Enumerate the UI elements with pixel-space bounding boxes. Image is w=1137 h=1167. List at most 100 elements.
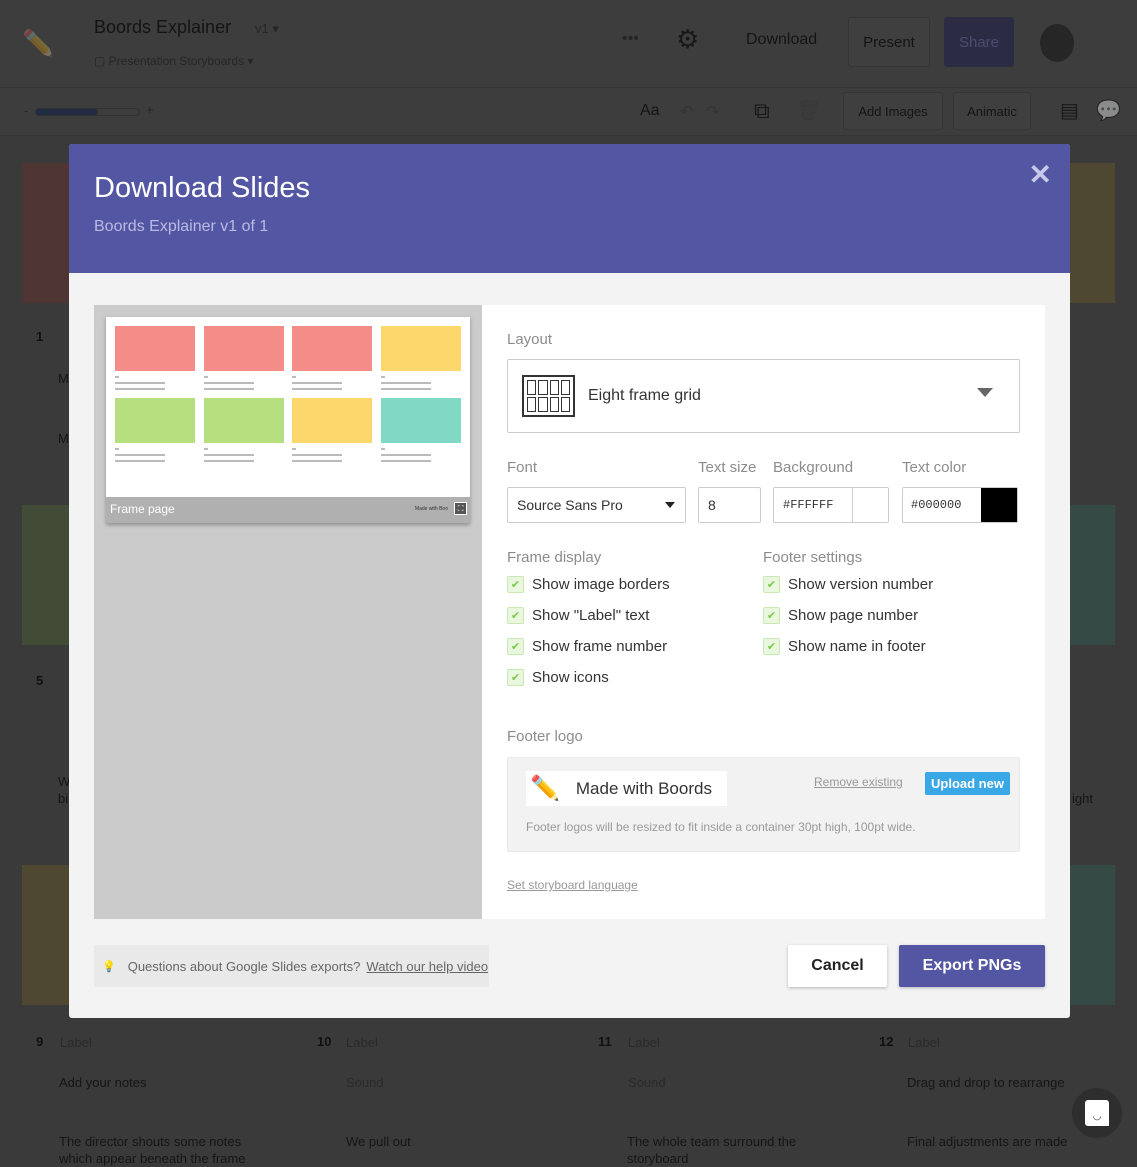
text-color-swatch[interactable] (981, 488, 1017, 522)
check-icon: ✔ (507, 669, 524, 686)
preview-slide[interactable]: Frame page Made with Boo ⛶ (106, 317, 470, 523)
frame-sound[interactable]: Sound (346, 1074, 384, 1091)
help-video-link[interactable]: Watch our help video (366, 959, 488, 974)
trash-icon[interactable]: 🗑 (796, 98, 821, 123)
pencil-logo-icon: ✏️ (530, 775, 560, 802)
zoom-out-button[interactable]: - (24, 103, 28, 118)
zoom-slider-fill (36, 109, 98, 115)
version-label: v1 (255, 21, 269, 36)
checkbox-label: Show version number (788, 576, 934, 593)
slide-preview: Frame page Made with Boo ⛶ (94, 305, 482, 919)
frame-sound[interactable]: Add your notes (59, 1074, 146, 1091)
preview-caption-line (292, 454, 342, 456)
animatic-button[interactable]: Animatic (953, 92, 1031, 130)
present-button[interactable]: Present (848, 17, 930, 67)
add-images-button[interactable]: Add Images (843, 92, 943, 130)
share-button[interactable]: Share (944, 17, 1014, 67)
comments-icon[interactable]: 💬 (1096, 98, 1121, 123)
checkbox-label: Show page number (788, 607, 919, 624)
toolbar: - + Aa ↶ ↷ ⧉ 🗑 Add Images Animatic ▤ 💬 (0, 88, 1137, 136)
download-button[interactable]: Download (746, 31, 817, 49)
checkbox-show-page-number[interactable]: ✔ Show page number (763, 607, 918, 624)
project-breadcrumb[interactable]: ▢ Presentation Storyboards ▾ (94, 54, 253, 68)
expand-icon[interactable]: ⛶ (454, 502, 467, 515)
frame-action[interactable]: Final adjustments are made (907, 1133, 1067, 1150)
preview-frame-thumbnail (115, 326, 195, 371)
checkbox-label: Show name in footer (788, 638, 926, 655)
frame-number: 5 (36, 673, 44, 688)
font-value: Source Sans Pro (517, 497, 623, 513)
upload-new-button[interactable]: Upload new (925, 772, 1010, 795)
frame-label[interactable]: Label (60, 1034, 92, 1051)
background-swatch[interactable] (852, 488, 888, 522)
duplicate-icon[interactable]: ⧉ (754, 98, 770, 124)
check-icon: ✔ (507, 638, 524, 655)
checkbox-show-version-number[interactable]: ✔ Show version number (763, 576, 933, 593)
set-storyboard-language-link[interactable]: Set storyboard language (507, 878, 638, 892)
redo-icon[interactable]: ↷ (706, 102, 719, 122)
export-pngs-button[interactable]: Export PNGs (899, 945, 1045, 987)
preview-frame-thumbnail (380, 398, 461, 443)
frame-action[interactable]: We pull out (346, 1133, 411, 1150)
frame-number: 12 (879, 1034, 894, 1049)
font-button[interactable]: Aa (640, 102, 660, 120)
text-color-label: Text color (902, 459, 967, 476)
gear-icon[interactable]: ⚙ (676, 24, 699, 55)
storyboard-title[interactable]: Boords Explainer (94, 17, 231, 38)
footer-logo-preview: ✏️ Made with Boords (526, 771, 727, 806)
text-size-label: Text size (698, 459, 757, 476)
frame-action[interactable]: The whole team surround the storyboard (627, 1133, 807, 1167)
boords-logo-icon[interactable]: ✏️ (22, 28, 54, 59)
background-label: Background (773, 459, 854, 476)
preview-caption-line (203, 388, 254, 390)
footer-settings-label: Footer settings (763, 549, 863, 566)
preview-footer: Frame page Made with Boo ⛶ (106, 497, 470, 523)
close-icon[interactable]: ✕ (1029, 158, 1052, 191)
frame-display-label: Frame display (507, 549, 602, 566)
project-name: Presentation Storyboards (108, 54, 245, 68)
preview-caption-line (203, 376, 208, 378)
frame-number: 11 (598, 1034, 612, 1049)
top-bar: ✏️ Boords Explainer v1 ▾ ▢ Presentation … (0, 0, 1137, 88)
chat-widget-button[interactable]: ◡ (1072, 1088, 1122, 1138)
zoom-slider[interactable] (35, 108, 140, 116)
frame-sound[interactable]: Drag and drop to rearrange (907, 1074, 1065, 1091)
checkbox-show-icons[interactable]: ✔ Show icons (507, 669, 609, 686)
checkbox-show-label-text[interactable]: ✔ Show "Label" text (507, 607, 649, 624)
frame-number: 10 (317, 1034, 332, 1049)
frame-note[interactable]: ight (1072, 790, 1132, 807)
text-color-input[interactable]: #000000 (902, 487, 1018, 523)
frame-label[interactable]: Label (628, 1034, 660, 1051)
frame-label[interactable]: Label (908, 1034, 940, 1051)
preview-frame-thumbnail (115, 398, 195, 443)
background-color-input[interactable]: #FFFFFF (773, 487, 889, 523)
checkbox-label: Show frame number (532, 638, 668, 655)
avatar[interactable] (1040, 24, 1074, 62)
preview-caption-line (203, 448, 208, 450)
preview-caption-line (292, 382, 342, 384)
checkbox-show-image-borders[interactable]: ✔ Show image borders (507, 576, 670, 593)
frame-sound[interactable]: Sound (628, 1074, 666, 1091)
frame-number: 9 (36, 1034, 44, 1049)
text-size-input[interactable] (698, 487, 761, 523)
remove-existing-link[interactable]: Remove existing (814, 775, 903, 789)
checkbox-show-frame-number[interactable]: ✔ Show frame number (507, 638, 667, 655)
layout-select[interactable]: Eight frame grid (507, 359, 1020, 433)
preview-caption-line (203, 460, 254, 462)
more-icon[interactable]: ••• (622, 30, 639, 48)
preview-caption-line (115, 448, 119, 450)
cancel-button[interactable]: Cancel (788, 945, 887, 987)
undo-icon[interactable]: ↶ (680, 102, 693, 122)
font-select[interactable]: Source Sans Pro (507, 487, 686, 523)
preview-frame-thumbnail (203, 326, 284, 371)
frame-label[interactable]: Label (346, 1034, 378, 1051)
list-view-icon[interactable]: ▤ (1060, 98, 1079, 123)
zoom-in-button[interactable]: + (146, 102, 154, 117)
preview-caption-line (203, 454, 254, 456)
version-select[interactable]: v1 ▾ (255, 21, 279, 37)
frame-action[interactable]: The director shouts some notes which app… (59, 1133, 249, 1167)
checkbox-label: Show icons (532, 669, 609, 686)
checkbox-show-name-in-footer[interactable]: ✔ Show name in footer (763, 638, 926, 655)
footer-logo-box: ✏️ Made with Boords Remove existing Uplo… (507, 757, 1020, 852)
footer-logo-text: Made with Boords (575, 778, 712, 798)
